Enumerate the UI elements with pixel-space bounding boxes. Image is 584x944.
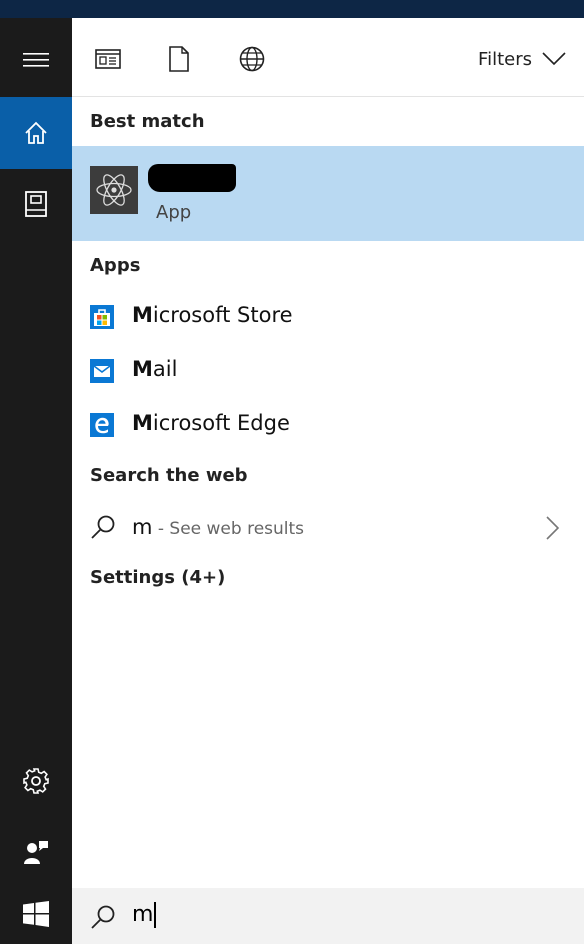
best-match-heading: Best match	[90, 111, 205, 132]
atom-icon	[96, 174, 132, 206]
filter-toolbar: Filters	[72, 18, 584, 97]
app-result-microsoft-edge[interactable]: Microsoft Edge	[72, 398, 584, 452]
sidebar-item-settings[interactable]	[0, 745, 72, 817]
apps-heading: Apps	[90, 255, 141, 276]
web-filter-button[interactable]	[237, 44, 267, 74]
sidebar-item-notebook[interactable]	[0, 168, 72, 240]
filters-label: Filters	[478, 48, 532, 70]
search-icon	[91, 905, 115, 929]
web-query: m	[132, 515, 153, 539]
sidebar-item-home[interactable]	[0, 97, 72, 169]
sidebar	[0, 18, 72, 944]
redacted-app-name	[148, 164, 236, 192]
gear-icon	[23, 768, 49, 794]
app-name: Microsoft Store	[132, 303, 293, 327]
documents-filter-button[interactable]	[164, 44, 194, 74]
app-result-mail[interactable]: Mail	[72, 344, 584, 398]
search-results-panel: Filters Best match App Apps Microsoft St…	[72, 18, 584, 944]
home-icon	[25, 121, 47, 144]
app-name: Mail	[132, 357, 178, 381]
filters-dropdown[interactable]: Filters	[478, 45, 566, 73]
desktop-top-strip	[0, 0, 584, 18]
hamburger-icon	[23, 53, 49, 67]
chevron-down-icon	[542, 52, 566, 66]
chevron-right-icon[interactable]	[546, 516, 560, 540]
search-web-heading: Search the web	[90, 465, 248, 486]
hamburger-menu-button[interactable]	[0, 24, 72, 96]
app-type-label: App	[156, 202, 192, 223]
app-icon	[90, 166, 138, 214]
document-icon	[169, 46, 189, 72]
web-search-text: m - See web results	[132, 515, 304, 539]
app-name: Microsoft Edge	[132, 411, 290, 435]
search-input-value: m	[132, 902, 154, 927]
search-icon	[91, 515, 115, 539]
edge-icon	[90, 413, 114, 437]
web-results-hint: - See web results	[152, 519, 305, 539]
apps-window-icon	[95, 49, 121, 69]
sidebar-item-feedback[interactable]	[0, 816, 72, 888]
start-button[interactable]	[0, 884, 72, 944]
app-result-microsoft-store[interactable]: Microsoft Store	[72, 290, 584, 344]
text-caret	[154, 902, 157, 928]
search-input[interactable]: m	[132, 902, 157, 928]
apps-filter-button[interactable]	[93, 44, 123, 74]
mail-icon	[90, 359, 114, 383]
search-box[interactable]: m	[72, 888, 584, 944]
web-search-result[interactable]: m - See web results	[72, 508, 584, 548]
best-match-result[interactable]: App	[72, 146, 584, 241]
windows-logo-icon	[23, 901, 49, 927]
feedback-icon	[24, 841, 48, 864]
store-icon	[90, 305, 114, 329]
notebook-icon	[25, 191, 47, 217]
settings-heading[interactable]: Settings (4+)	[90, 567, 225, 588]
globe-icon	[239, 46, 265, 72]
